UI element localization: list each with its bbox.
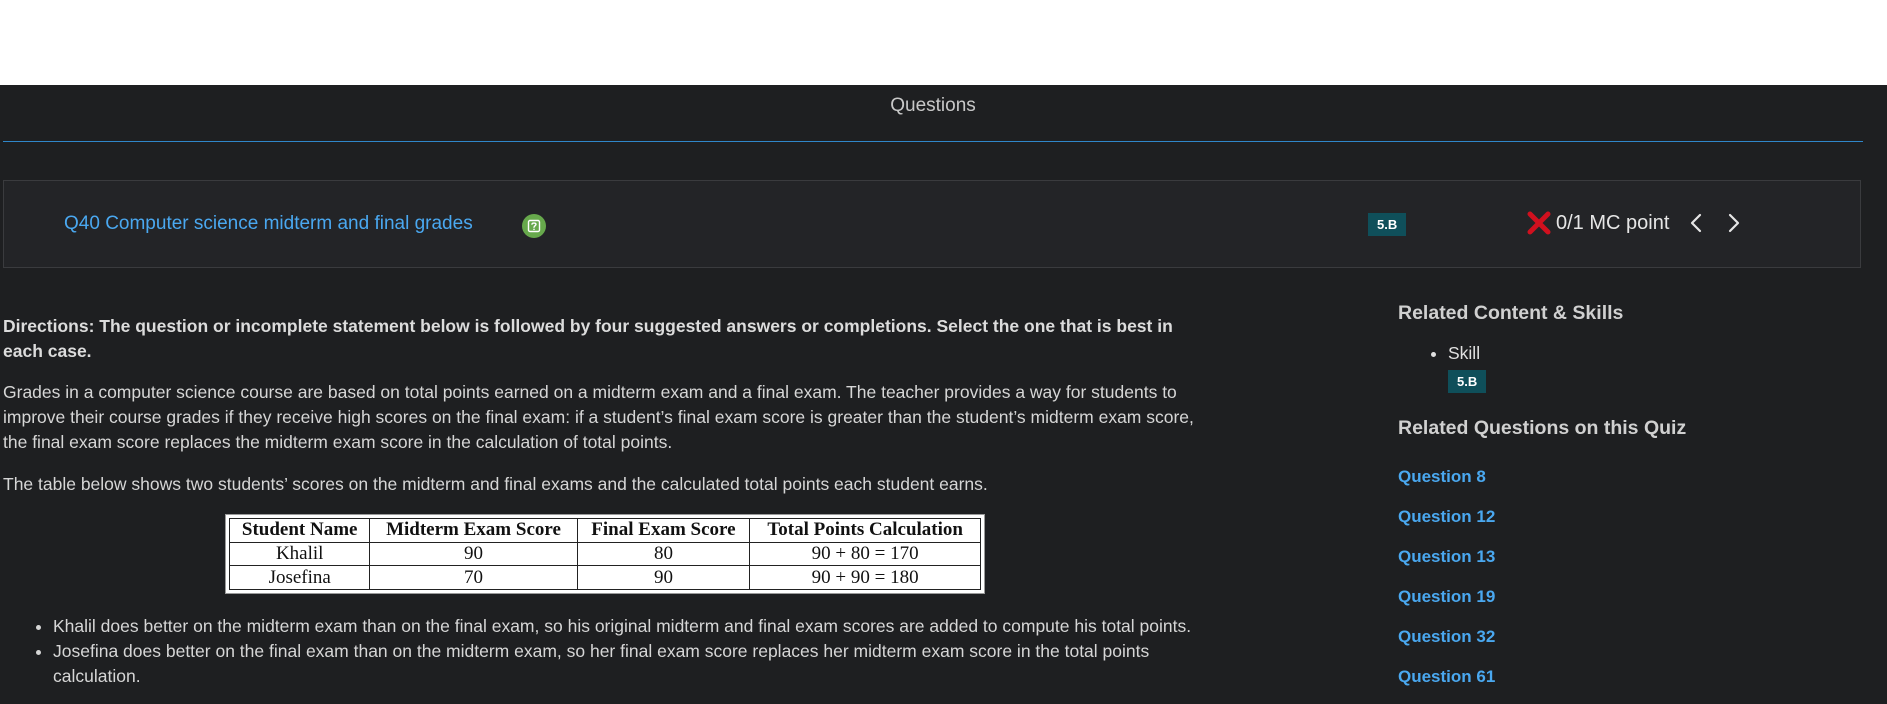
question-mark-icon[interactable]: [522, 214, 546, 238]
list-item: Khalil does better on the midterm exam t…: [53, 614, 1233, 639]
related-questions-heading: Related Questions on this Quiz: [1398, 417, 1687, 439]
question-title-link[interactable]: Q40 Computer science midterm and final g…: [64, 213, 473, 235]
table-cell: 90: [576, 565, 751, 590]
list-item: Josefina does better on the final exam t…: [53, 639, 1233, 689]
top-bar: [0, 0, 1887, 85]
table-cell: Khalil: [228, 541, 371, 567]
related-question-link[interactable]: Question 19: [1398, 587, 1495, 606]
question-body: Directions: The question or incomplete s…: [3, 314, 1198, 497]
related-sidebar: Related Content & Skills Skill 5.B Relat…: [1398, 302, 1858, 704]
table-cell: Josefina: [228, 565, 371, 590]
scores-table: Student Name Midterm Exam Score Final Ex…: [225, 514, 985, 594]
table-header-cell: Midterm Exam Score: [369, 518, 578, 543]
table-cell: 90: [369, 541, 578, 567]
chevron-right-icon: [1729, 213, 1740, 233]
red-x-icon: [1527, 211, 1551, 235]
next-question-button[interactable]: [1723, 212, 1745, 234]
prompt-paragraph: The table below shows two students’ scor…: [3, 474, 988, 494]
directions-text: Directions: The question or incomplete s…: [3, 316, 1173, 361]
skill-badge: 5.B: [1448, 370, 1487, 393]
section-title: Questions: [890, 95, 976, 116]
table-cell: 80: [576, 541, 751, 567]
table-header-cell: Student Name: [228, 518, 371, 543]
table-header-cell: Final Exam Score: [576, 518, 751, 543]
skill-list: Skill: [1398, 343, 1858, 364]
table-row: Khalil 90 80 90 + 80 = 170: [228, 541, 981, 567]
skill-label: Skill: [1448, 343, 1858, 364]
section-divider: [3, 141, 1863, 142]
skill-badge: 5.B: [1368, 213, 1407, 236]
related-questions-list: Question 8 Question 12 Question 13 Quest…: [1398, 464, 1858, 690]
chevron-left-icon: [1691, 213, 1702, 233]
table-cell: 90 + 80 = 170: [749, 541, 981, 567]
related-question-link[interactable]: Question 12: [1398, 507, 1495, 526]
related-question-link[interactable]: Question 13: [1398, 547, 1495, 566]
related-question-link[interactable]: Question 32: [1398, 627, 1495, 646]
explanation-list: Khalil does better on the midterm exam t…: [25, 614, 1233, 689]
table-header-cell: Total Points Calculation: [749, 518, 981, 543]
score-text: 0/1 MC point: [1556, 211, 1670, 234]
related-question-link[interactable]: Question 61: [1398, 667, 1495, 686]
table-row: Josefina 70 90 90 + 90 = 180: [228, 565, 981, 590]
related-question-link[interactable]: Question 8: [1398, 467, 1486, 486]
related-content-heading: Related Content & Skills: [1398, 302, 1624, 324]
table-header-row: Student Name Midterm Exam Score Final Ex…: [228, 518, 981, 543]
question-header: Q40 Computer science midterm and final g…: [3, 180, 1861, 268]
previous-question-button[interactable]: [1685, 212, 1707, 234]
prompt-paragraph: Grades in a computer science course are …: [3, 382, 1194, 452]
table-cell: 90 + 90 = 180: [749, 565, 981, 590]
table-cell: 70: [369, 565, 578, 590]
score-area: 0/1 MC point: [1526, 210, 1745, 236]
